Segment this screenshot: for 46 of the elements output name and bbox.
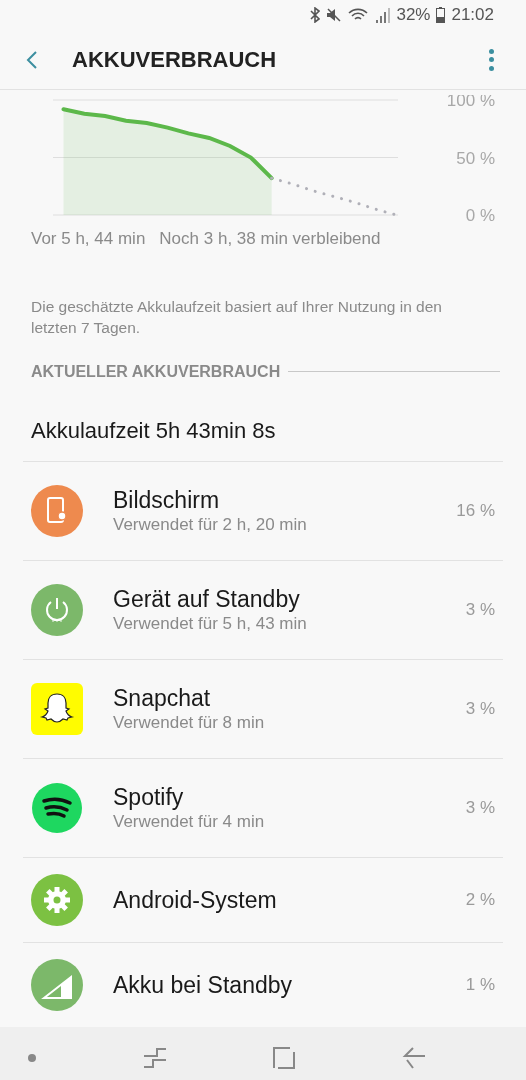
bluetooth-icon — [310, 7, 321, 23]
sound-waves-icon — [31, 781, 83, 834]
usage-time: Verwendet für 8 min — [113, 711, 266, 734]
usage-time: Verwendet für 4 min — [113, 810, 266, 833]
app-name: Gerät auf Standby — [113, 584, 301, 613]
y-tick-label: 0 % — [465, 206, 495, 225]
signal-bars-icon — [374, 7, 391, 23]
home-icon[interactable] — [273, 1046, 296, 1069]
usage-time: Verwendet für 2 h, 20 min — [113, 513, 308, 536]
usage-percent: 2 % — [465, 888, 496, 911]
back-arrow-icon[interactable] — [401, 1046, 426, 1069]
app-usage-row[interactable]: Akku bei Standby 1 % — [23, 941, 503, 1027]
mute-icon — [326, 7, 343, 23]
usage-percent: 3 % — [465, 598, 496, 621]
section-title: AKTUELLER AKKUVERBRAUCH — [31, 361, 281, 382]
clock: 21:02 — [451, 4, 494, 27]
app-name: Android-System — [113, 885, 278, 914]
start-time-label: Vor 5 h, 44 min — [31, 228, 146, 250]
estimate-note: Die geschätzte Akkulaufzeit basiert auf Ihrer Nutzung in den letzten 7 Tagen. — [30, 296, 443, 338]
app-usage-row[interactable]: Spotify Verwendet für 4 min 3 % — [23, 757, 503, 857]
app-usage-row[interactable]: Bildschirm Verwendet für 2 h, 20 min 16 % — [23, 460, 503, 560]
app-name: Akku bei Standby — [113, 970, 293, 999]
usage-time: Verwendet für 5 h, 43 min — [113, 612, 308, 635]
remaining-time-label: Noch 3 h, 38 min verbleibend — [159, 228, 381, 250]
y-tick-label: 100 % — [446, 95, 495, 110]
app-usage-row[interactable]: Gerät auf Standby Verwendet für 5 h, 43 min 3 % — [23, 559, 503, 659]
battery-icon — [436, 7, 446, 23]
power-icon — [31, 583, 83, 636]
app-name: Bildschirm — [113, 485, 221, 514]
usage-percent: 3 % — [465, 796, 496, 819]
signal-icon — [31, 958, 83, 1011]
app-name: Snapchat — [113, 683, 212, 712]
y-tick-label: 50 % — [456, 148, 495, 168]
gear-icon — [31, 873, 83, 926]
battery-percent: 32% — [396, 4, 431, 27]
back-icon — [26, 49, 38, 70]
ghost-icon — [31, 682, 83, 735]
usage-percent: 3 % — [465, 697, 496, 720]
usage-percent: 16 % — [456, 499, 496, 522]
recent-apps-icon[interactable] — [142, 1046, 167, 1069]
app-name: Spotify — [113, 782, 185, 811]
page-title: AKKUVERBRAUCH — [72, 46, 278, 74]
usage-percent: 1 % — [465, 973, 496, 996]
battery-runtime: Akkulaufzeit 5h 43min 8s — [30, 416, 277, 445]
app-usage-row[interactable]: Android-System 2 % — [23, 856, 503, 942]
app-usage-row[interactable]: Snapchat Verwendet für 8 min 3 % — [23, 658, 503, 758]
